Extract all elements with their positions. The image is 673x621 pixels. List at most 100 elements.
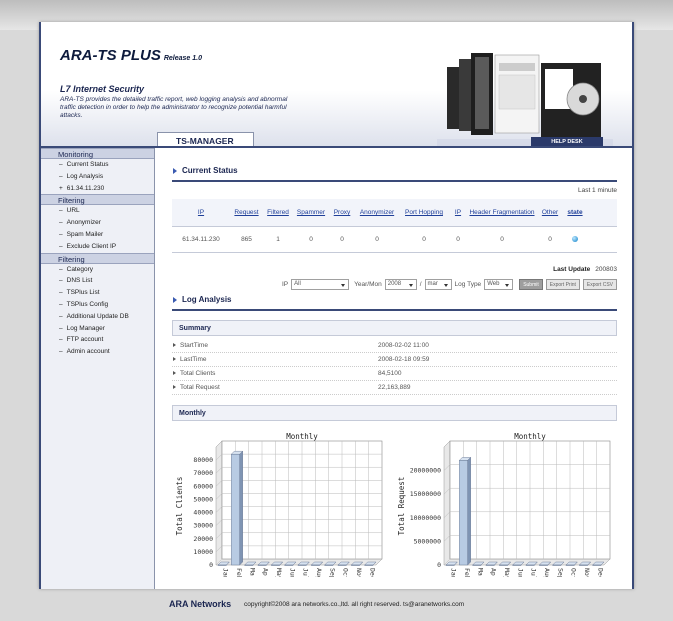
logtype-select[interactable]: Web (484, 278, 514, 290)
footer-brand: ARA Networks (169, 599, 232, 609)
sidebar-item-bullet: – (59, 219, 63, 227)
current-status-title: Current Status (172, 166, 617, 180)
sidebar-item[interactable]: – Anonymizer (41, 217, 154, 229)
chart-category-label: Apr (490, 568, 498, 577)
year-select[interactable]: 2008 (384, 278, 417, 290)
table-row[interactable]: 61.34.11.230 865 1 0 0 0 0 0 0 0 (172, 227, 617, 252)
sidebar-item[interactable]: – Log Analysis (41, 171, 154, 183)
chart-tick-label: 60000 (193, 482, 213, 490)
chart-side-wall (443, 440, 451, 566)
sidebar-item[interactable]: – Exclude Client IP (41, 241, 154, 253)
sidebar-item-bullet: – (59, 300, 63, 308)
chart-category-label: Feb (235, 568, 243, 577)
sidebar-item-label: Exclude Client IP (66, 242, 117, 250)
chart-tick-label: 10000000 (410, 514, 441, 522)
chart-category-label: Jul (530, 568, 538, 577)
chart-bar-side (467, 456, 471, 566)
chart-category-label: Mar (248, 568, 256, 577)
submit-button[interactable]: Submit (519, 278, 543, 290)
status-table-header: IP Request Filtered Spammer Proxy Anonymizer P… (172, 199, 617, 226)
status-column-header[interactable]: Request (230, 209, 263, 216)
sidebar-item-label: Anonymizer (66, 219, 101, 227)
sidebar-item[interactable]: – Current Status (41, 159, 154, 171)
status-column-header[interactable]: Spammer (293, 209, 329, 216)
chart-category-label: Jul (302, 568, 310, 577)
chart-bar (217, 564, 227, 566)
chart-tick-label: 10000 (193, 548, 213, 556)
ip-select[interactable]: All (291, 278, 350, 290)
chart-tick-label: 20000 (193, 535, 213, 543)
ip-label: IP (281, 280, 289, 288)
sidebar-item-label: Spam Mailer (66, 230, 104, 238)
export-print-label: Export Print (549, 281, 576, 288)
last-update-label: Last Update (553, 266, 591, 273)
summary-header: Summary (172, 320, 617, 336)
status-column-header[interactable]: IP (172, 209, 230, 216)
status-column-header[interactable]: Other (537, 209, 563, 216)
sidebar-item-label: DNS List (66, 277, 93, 285)
status-column-header[interactable]: IP (449, 209, 467, 216)
product-description: ARA-TS provides the detailed traffic rep… (60, 96, 288, 119)
sidebar-item[interactable]: – Spam Mailer (41, 229, 154, 241)
sidebar-item-label: URL (66, 207, 80, 215)
chart-tick-label: 5000000 (414, 537, 441, 545)
chart-category-label: Nov (583, 568, 591, 577)
sidebar-item[interactable]: – DNS List (41, 275, 154, 287)
sidebar-section-2: Filtering (41, 252, 154, 264)
header-banner: ARA-TS PLUS Release 1.0 L7 Internet Secur… (41, 22, 632, 147)
chart-bar (284, 564, 294, 566)
chart-category-label: Dec (596, 568, 604, 577)
status-cell: 0 (456, 236, 460, 243)
ip-select-value: All (294, 280, 301, 287)
sidebar-item[interactable]: – TSPlus Config (41, 299, 154, 311)
status-column-header[interactable]: Filtered (263, 209, 293, 216)
table-row: StartTime 2008-02-02 11:00 (172, 339, 617, 353)
year-select-value: 2008 (387, 280, 402, 287)
chart-bar (579, 564, 588, 566)
status-cell: 865 (241, 236, 252, 243)
sidebar-item[interactable]: – TSPlus List (41, 287, 154, 299)
sidebar-item[interactable]: +61.34.11.230 (41, 183, 154, 195)
sidebar-item[interactable]: – Category (41, 264, 154, 276)
export-csv-button[interactable]: Export CSV (582, 278, 617, 290)
chart-title: Monthly (286, 432, 318, 441)
sidebar-item-label: Current Status (66, 161, 109, 168)
status-column-header[interactable]: Anonymizer (355, 209, 399, 216)
chart-tick-label: 40000 (193, 509, 213, 517)
status-cell: 0 (548, 236, 552, 243)
chart-category-label: Aug (543, 568, 551, 577)
chart-category-label: May (503, 568, 511, 577)
chart-category-label: Sep (556, 568, 564, 577)
chart-category-label: Oct (570, 568, 578, 577)
status-period: Last 1 minute (577, 187, 617, 194)
status-cell: 61.34.11.230 (182, 236, 220, 243)
chart-side-wall (215, 440, 223, 566)
chart-y-axis-label: Total Request (397, 477, 406, 536)
status-column-header[interactable]: state (563, 209, 587, 216)
sidebar-item-bullet: + (59, 184, 63, 192)
status-column-header[interactable]: Proxy (329, 209, 355, 216)
status-cell: 1 (276, 236, 280, 243)
sidebar-item[interactable]: – Log Manager (41, 323, 154, 335)
sidebar-item-bullet: – (59, 324, 63, 332)
chart-category-label: Sep (328, 568, 336, 577)
sidebar-item[interactable]: – FTP account (41, 334, 154, 346)
help-desk-label: HELP DESK (551, 139, 583, 145)
summary-label: LastTime (172, 356, 378, 363)
total-clients-chart: 0 10000 20000 30000 40000 50000 60000 70000 8000… (175, 432, 383, 577)
sidebar-item[interactable]: – Additional Update DB (41, 311, 154, 323)
status-column-header[interactable]: Header Fragmentation (467, 209, 537, 216)
chart-bar (271, 564, 280, 566)
chart-title: Monthly (514, 432, 546, 441)
export-csv-label: Export CSV (586, 281, 613, 288)
sidebar-item[interactable]: – Admin account (41, 346, 154, 358)
month-select[interactable]: mar (424, 278, 452, 290)
export-print-button[interactable]: Export Print (545, 278, 580, 290)
sidebar-item[interactable]: – URL (41, 205, 154, 217)
chart-category-label: Dec (368, 568, 376, 577)
status-column-header[interactable]: Port Hopping (399, 209, 449, 216)
sidebar-item-bullet: – (59, 312, 63, 320)
sidebar-item-label: TSPlus List (66, 289, 100, 297)
chart-bar (297, 564, 307, 566)
sidebar-item-label: FTP account (66, 336, 104, 344)
